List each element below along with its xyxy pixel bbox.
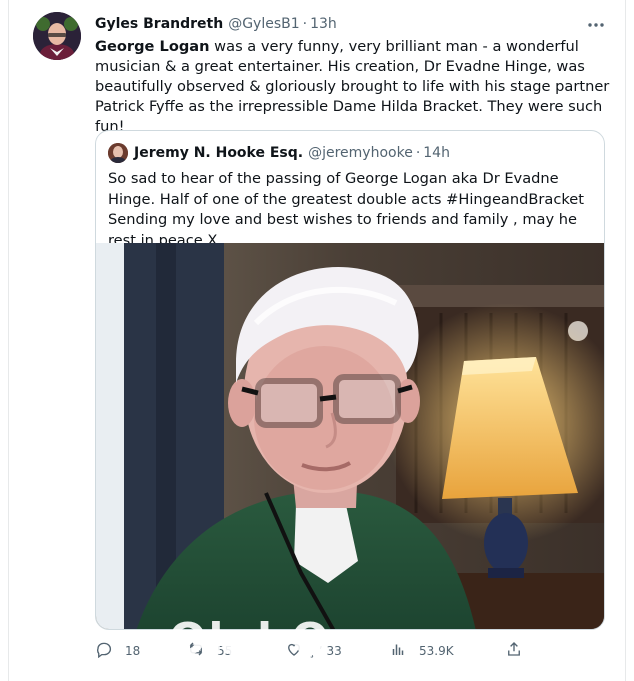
reply-button[interactable]: 18 <box>95 640 140 661</box>
like-count: ̧ ʼ 33 <box>315 643 342 658</box>
view-count: 53.9K <box>419 643 454 658</box>
tweet-text-bold: George Logan <box>95 38 210 55</box>
retweet-button[interactable]: 55 <box>187 640 232 661</box>
author-name[interactable]: Gyles Brandreth <box>95 16 223 32</box>
more-horizontal-icon <box>587 13 605 32</box>
retweet-icon <box>187 640 205 661</box>
author-avatar[interactable] <box>33 12 81 60</box>
retweet-count: 55 <box>217 643 233 658</box>
like-button[interactable]: ̧ ʼ 33 <box>285 640 342 661</box>
quoted-author-name[interactable]: Jeremy N. Hooke Esq. <box>134 145 303 161</box>
quoted-tweet-photo[interactable] <box>96 243 604 629</box>
quoted-tweet-text: So sad to hear of the passing of George … <box>108 170 584 249</box>
tweet-timestamp[interactable]: 13h <box>310 16 337 32</box>
tweet-text: George Logan was a very funny, very bril… <box>95 37 615 137</box>
tweet-card: Gyles Brandreth @GylesB1 · 13h George Lo… <box>8 0 626 681</box>
separator-dot: · <box>302 16 308 32</box>
quoted-author-handle[interactable]: @jeremyhooke <box>308 145 413 161</box>
bar-chart-icon <box>389 640 407 661</box>
separator-dot: · <box>415 145 421 161</box>
quoted-author-avatar[interactable] <box>108 143 128 163</box>
tweet-header: Gyles Brandreth @GylesB1 · 13h <box>95 14 337 34</box>
heart-icon <box>285 640 303 661</box>
tweet-actions: 18 55 ̧ ʼ 33 53.9K <box>95 640 535 662</box>
reply-icon <box>95 640 113 661</box>
share-button[interactable] <box>505 640 523 661</box>
quoted-tweet[interactable]: Jeremy N. Hooke Esq. @jeremyhooke · 14h … <box>95 130 605 630</box>
author-handle[interactable]: @GylesB1 <box>228 16 299 32</box>
more-options-button[interactable] <box>585 14 607 30</box>
reply-count: 18 <box>125 643 141 658</box>
quoted-tweet-timestamp[interactable]: 14h <box>423 145 450 161</box>
views-button[interactable]: 53.9K <box>389 640 454 661</box>
share-icon <box>505 640 523 661</box>
quoted-tweet-header: Jeremy N. Hooke Esq. @jeremyhooke · 14h <box>134 143 450 163</box>
